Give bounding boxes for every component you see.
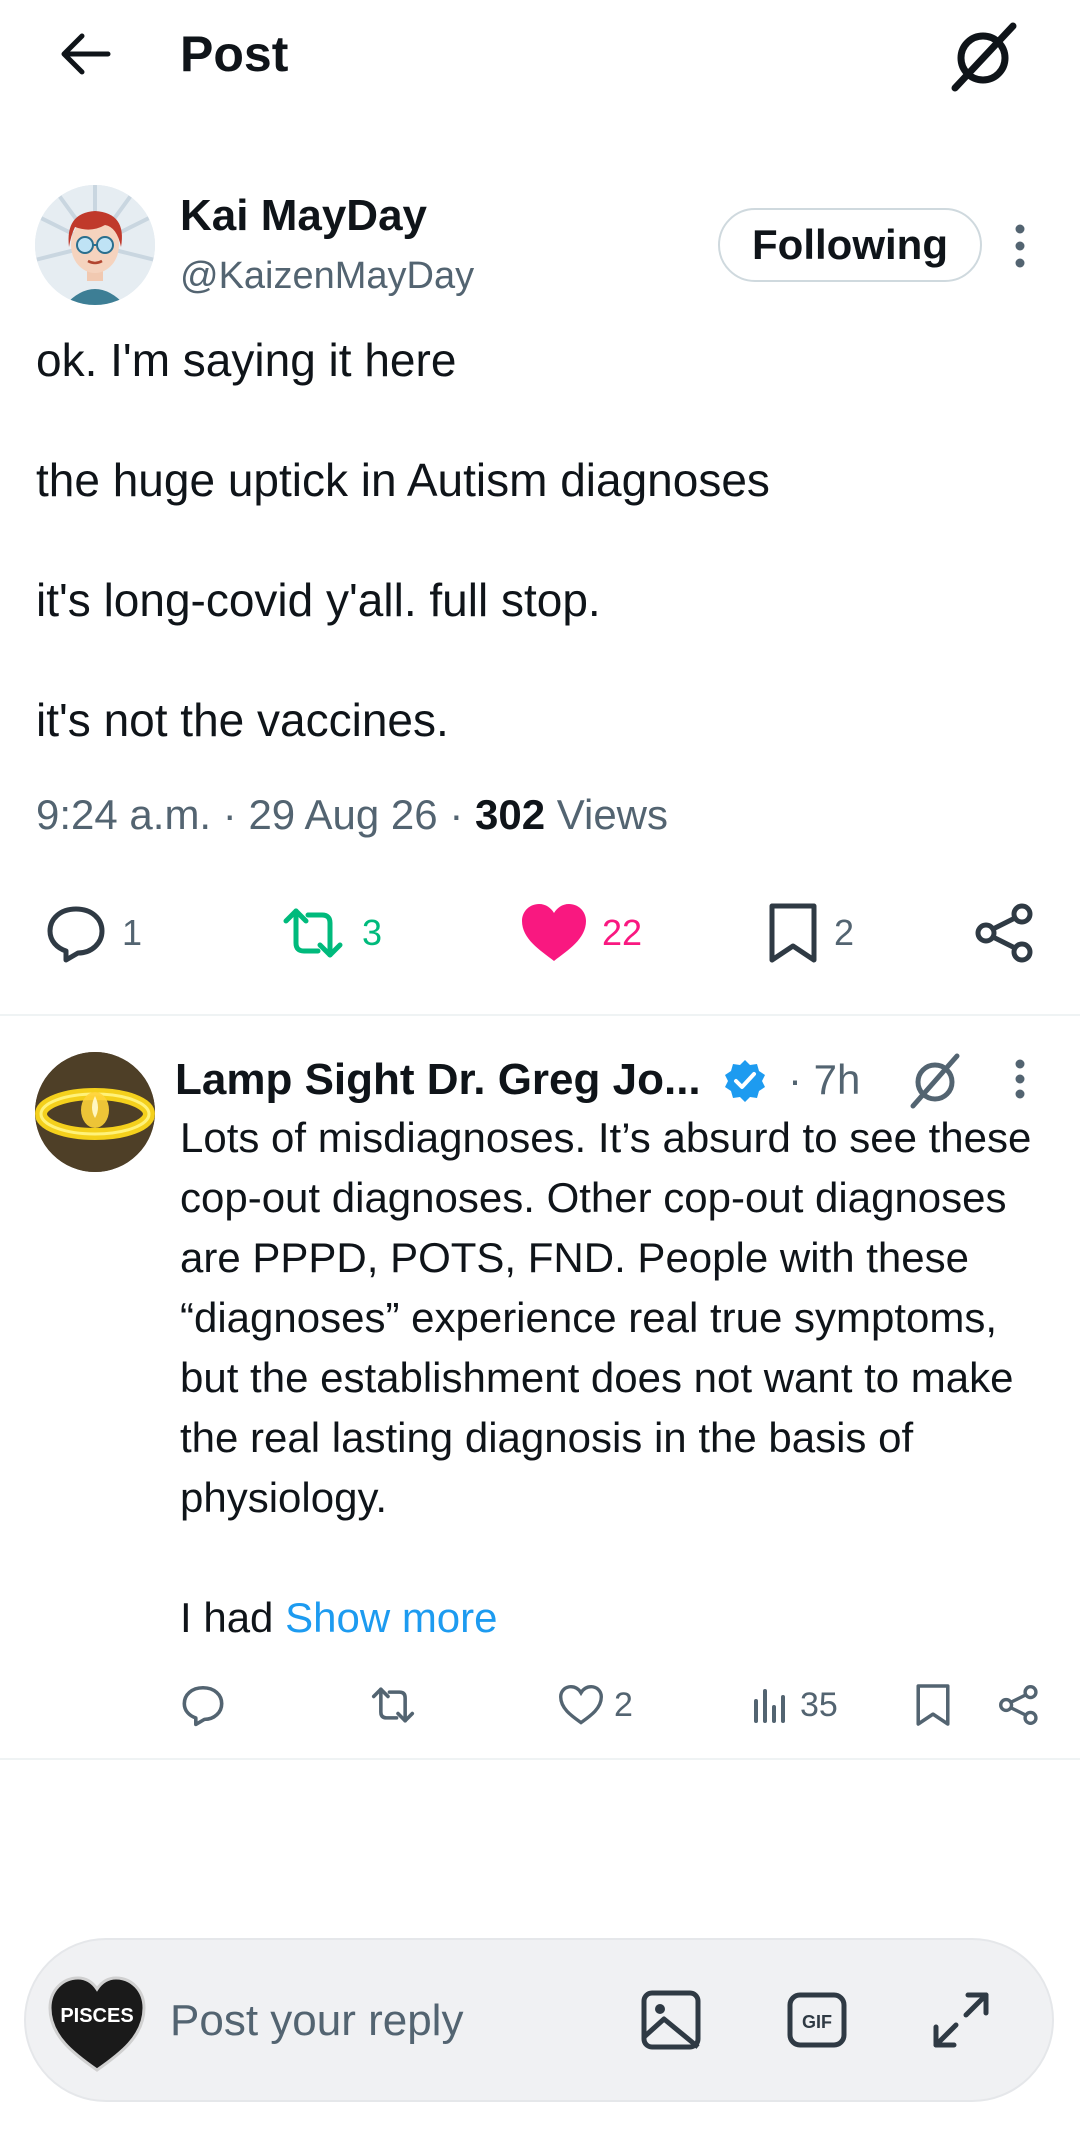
expand-icon xyxy=(933,1992,989,2048)
repost-count: 3 xyxy=(362,912,383,953)
back-arrow-icon xyxy=(61,33,111,75)
heart-outline-icon xyxy=(559,1685,603,1725)
image-icon xyxy=(641,1990,701,2050)
meta-separator: · xyxy=(222,791,237,838)
share-action[interactable] xyxy=(974,898,1036,968)
author-avatar[interactable] xyxy=(35,185,155,305)
post-meta: 9:24 a.m. · 29 Aug 26 · 302 Views xyxy=(36,787,668,843)
bookmark-action[interactable]: 2 xyxy=(766,898,854,968)
post-line: the huge uptick in Autism diagnoses xyxy=(36,454,770,506)
top-app-bar xyxy=(0,0,1080,110)
reply-paragraph: Lots of misdiagnoses. It’s absurd to see… xyxy=(180,1114,1032,1521)
post-line: ok. I'm saying it here xyxy=(36,334,457,386)
reply-views-count: 35 xyxy=(800,1685,838,1724)
user-avatar[interactable]: PISCES xyxy=(44,1970,150,2076)
reply-like-action[interactable]: 2 xyxy=(558,1680,633,1730)
reply-share-action[interactable] xyxy=(998,1680,1040,1730)
author-name[interactable]: Kai MayDay xyxy=(180,188,427,244)
back-button[interactable] xyxy=(58,22,138,86)
more-options-button[interactable] xyxy=(1000,216,1040,276)
header-shadow xyxy=(0,110,1080,140)
gif-label: GIF xyxy=(802,2012,832,2032)
user-avatar-heart: PISCES xyxy=(48,1976,146,2072)
share-icon xyxy=(975,903,1033,963)
post-date[interactable]: 29 Aug 26 xyxy=(248,791,437,838)
like-action[interactable]: 22 xyxy=(520,898,642,968)
post-line: it's not the vaccines. xyxy=(36,694,449,746)
author-handle[interactable]: @KaizenMayDay xyxy=(180,252,474,300)
post-line: it's long-covid y'all. full stop. xyxy=(36,574,601,626)
verified-badge xyxy=(722,1058,768,1104)
add-image-button[interactable] xyxy=(636,1985,706,2055)
more-vertical-icon xyxy=(1015,224,1025,268)
views-count[interactable]: 302 xyxy=(475,791,545,838)
reply-timestamp[interactable]: · 7h xyxy=(788,1052,860,1108)
like-count: 22 xyxy=(602,912,643,953)
bookmark-count: 2 xyxy=(834,912,855,953)
views-label[interactable]: Views xyxy=(557,791,668,838)
reply-author-name[interactable]: Lamp Sight Dr. Greg Jo... xyxy=(175,1052,701,1108)
grok-icon xyxy=(951,22,1017,92)
reply-repost-action[interactable] xyxy=(368,1680,418,1730)
reply-author-avatar[interactable] xyxy=(35,1052,155,1172)
add-gif-button[interactable]: GIF xyxy=(782,1985,852,2055)
reply-grok-button[interactable] xyxy=(905,1050,965,1110)
reply-action[interactable]: 1 xyxy=(44,898,142,968)
reply-more-options-button[interactable] xyxy=(1000,1052,1040,1112)
reply-count: 1 xyxy=(122,912,143,953)
share-icon xyxy=(999,1685,1038,1725)
show-more-link[interactable]: Show more xyxy=(285,1594,497,1641)
bookmark-icon xyxy=(769,903,817,963)
views-chart-icon xyxy=(754,1689,785,1723)
reply-like-count: 2 xyxy=(614,1685,633,1724)
divider xyxy=(0,1014,1080,1016)
reply-icon xyxy=(182,1685,224,1727)
avatar-illustration xyxy=(35,1052,155,1172)
verified-icon xyxy=(725,1060,765,1102)
repost-icon xyxy=(283,908,343,958)
reply-reply-action[interactable] xyxy=(180,1680,226,1730)
post-time[interactable]: 9:24 a.m. xyxy=(36,791,211,838)
divider xyxy=(0,1758,1080,1760)
post-body: ok. I'm saying it here the huge uptick i… xyxy=(36,330,1046,750)
grok-button[interactable] xyxy=(945,18,1023,94)
bookmark-icon xyxy=(916,1684,950,1726)
grok-icon xyxy=(910,1053,960,1109)
reply-bookmark-action[interactable] xyxy=(914,1680,952,1730)
reply-input[interactable] xyxy=(168,1990,612,2052)
reply-icon xyxy=(47,906,105,963)
meta-separator: · xyxy=(449,791,464,838)
avatar-text: PISCES xyxy=(60,2005,133,2027)
avatar-illustration xyxy=(35,185,155,305)
following-button[interactable]: Following xyxy=(718,208,982,282)
gif-icon: GIF xyxy=(787,1992,847,2048)
repost-icon xyxy=(371,1687,415,1723)
reply-tail: I had xyxy=(180,1594,286,1641)
reply-paragraph-truncated: I had Show more xyxy=(180,1588,1040,1648)
reply-body: Lots of misdiagnoses. It’s absurd to see… xyxy=(180,1108,1040,1648)
more-vertical-icon xyxy=(1015,1059,1025,1099)
page-title: Post xyxy=(180,26,289,82)
expand-composer-button[interactable] xyxy=(926,1985,996,2055)
heart-filled-icon xyxy=(522,904,586,961)
repost-action[interactable]: 3 xyxy=(278,898,382,968)
reply-views-action[interactable]: 35 xyxy=(750,1680,838,1730)
